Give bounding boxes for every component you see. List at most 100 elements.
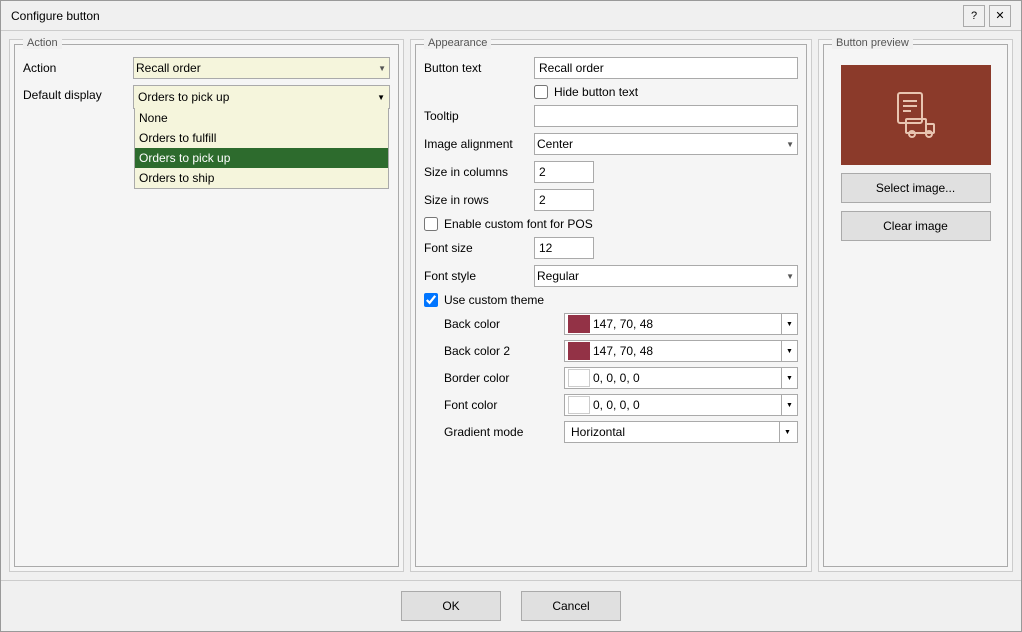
gradient-mode-row: Gradient mode Horizontal ▼ — [444, 421, 798, 443]
button-text-row: Button text — [424, 57, 798, 79]
action-panel-content: Action Recall order Default display Ord — [15, 45, 398, 123]
dialog-title: Configure button — [11, 9, 100, 23]
size-rows-row: Size in rows — [424, 189, 798, 211]
image-alignment-label: Image alignment — [424, 137, 534, 151]
font-color-row: Font color 0, 0, 0, 0 ▼ — [444, 394, 798, 416]
preview-box — [841, 65, 991, 165]
enable-custom-font-checkbox[interactable] — [424, 217, 438, 231]
appearance-panel-content: Button text Hide button text Tooltip — [416, 45, 806, 456]
border-color-swatch — [568, 369, 590, 387]
configure-button-dialog: Configure button ? ✕ Action Action Recal… — [0, 0, 1022, 632]
size-columns-input[interactable] — [534, 161, 594, 183]
dropdown-item-none[interactable]: None — [135, 108, 388, 128]
font-size-row: Font size — [424, 237, 798, 259]
color-fields-section: Back color 147, 70, 48 ▼ Back color 2 — [424, 313, 798, 443]
dropdown-arrow-icon: ▼ — [377, 93, 385, 102]
action-panel-title: Action — [23, 37, 62, 49]
title-bar: Configure button ? ✕ — [1, 1, 1021, 31]
font-style-select[interactable]: Regular — [534, 265, 798, 287]
back-color-wrapper[interactable]: 147, 70, 48 ▼ — [564, 313, 798, 335]
hide-button-text-label: Hide button text — [554, 85, 638, 99]
size-rows-input[interactable] — [534, 189, 594, 211]
border-color-arrow-icon[interactable]: ▼ — [781, 368, 797, 388]
cancel-button[interactable]: Cancel — [521, 591, 621, 621]
preview-icon — [892, 91, 940, 139]
tooltip-label: Tooltip — [424, 109, 534, 123]
gradient-mode-arrow-icon[interactable]: ▼ — [779, 422, 795, 442]
button-text-input[interactable] — [534, 57, 798, 79]
back-color-label: Back color — [444, 317, 564, 331]
dropdown-item-ship[interactable]: Orders to ship — [135, 168, 388, 188]
action-select[interactable]: Recall order — [133, 57, 390, 79]
tooltip-input[interactable] — [534, 105, 798, 127]
back-color2-arrow-icon[interactable]: ▼ — [781, 341, 797, 361]
button-text-label: Button text — [424, 61, 534, 75]
font-color-swatch — [568, 396, 590, 414]
action-panel: Action Action Recall order Default displ — [9, 39, 404, 572]
default-display-row: Default display Orders to pick up ▼ None… — [23, 85, 390, 109]
font-style-label: Font style — [424, 269, 534, 283]
border-color-row: Border color 0, 0, 0, 0 ▼ — [444, 367, 798, 389]
action-label: Action — [23, 61, 133, 75]
font-style-row: Font style Regular — [424, 265, 798, 287]
dropdown-list: None Orders to fulfill Orders to pick up… — [134, 108, 389, 189]
title-bar-controls: ? ✕ — [963, 5, 1011, 27]
clear-image-button[interactable]: Clear image — [841, 211, 991, 241]
select-image-button[interactable]: Select image... — [841, 173, 991, 203]
default-display-label: Default display — [23, 88, 133, 102]
back-color-arrow-icon[interactable]: ▼ — [781, 314, 797, 334]
action-field-row: Action Recall order — [23, 57, 390, 79]
border-color-text: 0, 0, 0, 0 — [593, 371, 781, 385]
image-alignment-row: Image alignment Center — [424, 133, 798, 155]
hide-button-text-checkbox[interactable] — [534, 85, 548, 99]
tooltip-row: Tooltip — [424, 105, 798, 127]
font-color-wrapper[interactable]: 0, 0, 0, 0 ▼ — [564, 394, 798, 416]
image-alignment-wrapper[interactable]: Center — [534, 133, 798, 155]
dropdown-item-fulfill[interactable]: Orders to fulfill — [135, 128, 388, 148]
dropdown-item-pickup[interactable]: Orders to pick up — [135, 148, 388, 168]
gradient-mode-label: Gradient mode — [444, 425, 564, 439]
gradient-mode-text: Horizontal — [567, 425, 779, 439]
button-preview-content: Select image... Clear image — [824, 45, 1007, 257]
button-preview-title: Button preview — [832, 37, 913, 49]
ok-button[interactable]: OK — [401, 591, 501, 621]
border-color-label: Border color — [444, 371, 564, 385]
appearance-panel: Appearance Button text Hide button text — [410, 39, 812, 572]
size-rows-label: Size in rows — [424, 193, 534, 207]
default-display-dropdown[interactable]: Orders to pick up ▼ None Orders to fulfi… — [133, 85, 390, 109]
border-color-wrapper[interactable]: 0, 0, 0, 0 ▼ — [564, 367, 798, 389]
enable-custom-font-row: Enable custom font for POS — [424, 217, 798, 231]
use-custom-theme-checkbox[interactable] — [424, 293, 438, 307]
dialog-footer: OK Cancel — [1, 580, 1021, 631]
help-button[interactable]: ? — [963, 5, 985, 27]
back-color2-swatch — [568, 342, 590, 360]
back-color2-label: Back color 2 — [444, 344, 564, 358]
use-custom-theme-label: Use custom theme — [444, 293, 544, 307]
action-select-wrapper[interactable]: Recall order — [133, 57, 390, 79]
button-preview-panel: Button preview — [818, 39, 1013, 572]
font-size-label: Font size — [424, 241, 534, 255]
back-color-row: Back color 147, 70, 48 ▼ — [444, 313, 798, 335]
hide-button-text-row: Hide button text — [534, 85, 798, 99]
default-display-value[interactable]: Orders to pick up ▼ — [134, 86, 389, 108]
gradient-mode-wrapper[interactable]: Horizontal ▼ — [564, 421, 798, 443]
back-color2-text: 147, 70, 48 — [593, 344, 781, 358]
font-style-wrapper[interactable]: Regular — [534, 265, 798, 287]
back-color-text: 147, 70, 48 — [593, 317, 781, 331]
font-size-input[interactable] — [534, 237, 594, 259]
preview-area: Select image... Clear image — [832, 57, 999, 249]
font-color-arrow-icon[interactable]: ▼ — [781, 395, 797, 415]
size-columns-label: Size in columns — [424, 165, 534, 179]
dialog-body: Action Action Recall order Default displ — [1, 31, 1021, 580]
size-columns-row: Size in columns — [424, 161, 798, 183]
back-color2-wrapper[interactable]: 147, 70, 48 ▼ — [564, 340, 798, 362]
font-color-label: Font color — [444, 398, 564, 412]
enable-custom-font-label: Enable custom font for POS — [444, 217, 593, 231]
back-color-swatch — [568, 315, 590, 333]
appearance-panel-title: Appearance — [424, 37, 491, 49]
use-custom-theme-row: Use custom theme — [424, 293, 798, 307]
font-color-text: 0, 0, 0, 0 — [593, 398, 781, 412]
close-button[interactable]: ✕ — [989, 5, 1011, 27]
image-alignment-select[interactable]: Center — [534, 133, 798, 155]
back-color2-row: Back color 2 147, 70, 48 ▼ — [444, 340, 798, 362]
